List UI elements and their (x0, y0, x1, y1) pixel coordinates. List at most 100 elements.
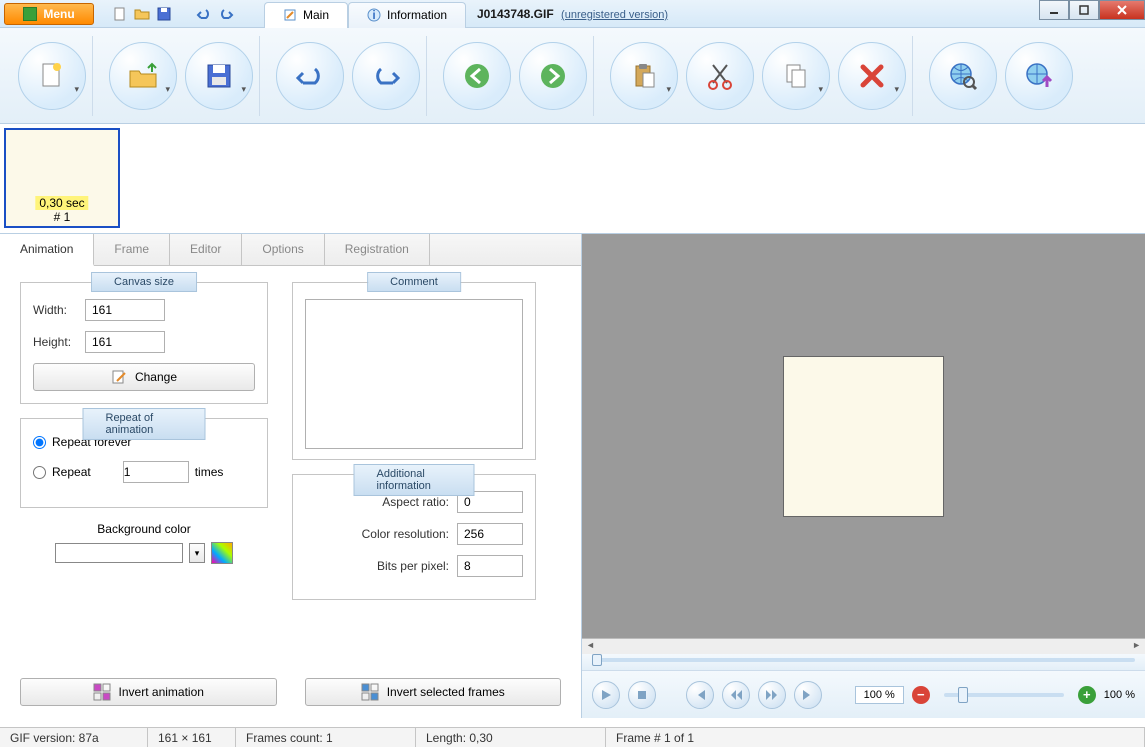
zoom-thumb[interactable] (958, 687, 968, 703)
undo-button[interactable] (276, 42, 344, 110)
prev-frame-button[interactable] (722, 681, 750, 709)
comment-textarea[interactable] (305, 299, 523, 449)
horizontal-scrollbar[interactable] (582, 638, 1145, 654)
tab-main-label: Main (303, 8, 329, 22)
back-button[interactable] (443, 42, 511, 110)
web-upload-button[interactable] (1005, 42, 1073, 110)
invert-anim-icon (93, 683, 111, 701)
frame-thumbnail-1[interactable]: 0,30 sec # 1 (4, 128, 120, 228)
width-input[interactable] (85, 299, 165, 321)
zoom-in-button[interactable]: + (1078, 686, 1096, 704)
comment-group: Comment (292, 282, 536, 460)
invert-sel-icon (361, 683, 379, 701)
repeat-legend: Repeat of animation (83, 408, 206, 440)
change-label: Change (135, 370, 177, 384)
tab-options[interactable]: Options (242, 234, 324, 265)
repeat-count-input[interactable] (123, 461, 189, 483)
invert-buttons: Invert animation Invert selected frames (0, 678, 581, 718)
file-name: J0143748.GIF (477, 7, 554, 21)
playback-controls: 100 % − + 100 % (582, 670, 1145, 718)
main-tab-icon (283, 8, 297, 22)
new-icon[interactable] (112, 6, 128, 22)
canvas-legend: Canvas size (91, 272, 197, 292)
bgcolor-dropdown[interactable]: ▾ (189, 543, 205, 563)
preview-area (582, 234, 1145, 638)
zoom-right-value: 100 % (1104, 689, 1135, 701)
paste-button[interactable]: ▾ (610, 42, 678, 110)
delete-button[interactable]: ▾ (838, 42, 906, 110)
open-icon[interactable] (134, 6, 150, 22)
cut-button[interactable] (686, 42, 754, 110)
undo-icon[interactable] (196, 6, 212, 22)
new-file-button[interactable]: ▾ (18, 42, 86, 110)
tab-editor[interactable]: Editor (170, 234, 242, 265)
frame-duration: 0,30 sec (35, 196, 88, 210)
save-file-button[interactable]: ▾ (185, 42, 253, 110)
color-label: Color resolution: (362, 527, 449, 541)
tab-animation[interactable]: Animation (0, 234, 94, 266)
change-button[interactable]: Change (33, 363, 255, 391)
tab-registration[interactable]: Registration (325, 234, 430, 265)
minimize-button[interactable] (1039, 0, 1069, 20)
status-gif-version: GIF version: 87a (0, 728, 148, 747)
frame-label: 0,30 sec # 1 (35, 196, 88, 224)
main-area: Animation Frame Editor Options Registrat… (0, 234, 1145, 718)
redo-icon[interactable] (218, 6, 234, 22)
redo-button[interactable] (352, 42, 420, 110)
bits-value (457, 555, 523, 577)
first-frame-button[interactable] (686, 681, 714, 709)
svg-text:i: i (372, 8, 375, 22)
right-panel: 100 % − + 100 % (582, 234, 1145, 718)
invert-animation-button[interactable]: Invert animation (20, 678, 277, 706)
frame-index: # 1 (35, 210, 88, 224)
bgcolor-swatch[interactable] (55, 543, 183, 563)
addinfo-legend: Additional information (354, 464, 475, 496)
aspect-label: Aspect ratio: (382, 495, 449, 509)
status-frame: Frame # 1 of 1 (606, 728, 1145, 747)
web-search-button[interactable] (929, 42, 997, 110)
timeline-slider[interactable] (582, 654, 1145, 670)
times-label: times (195, 465, 224, 479)
zoom-slider[interactable] (944, 693, 1064, 697)
tab-information[interactable]: i Information (348, 2, 466, 28)
tab-frame[interactable]: Frame (94, 234, 170, 265)
quick-access-toolbar (112, 6, 234, 22)
invert-selected-button[interactable]: Invert selected frames (305, 678, 562, 706)
bits-label: Bits per pixel: (377, 559, 449, 573)
last-frame-button[interactable] (794, 681, 822, 709)
save-icon[interactable] (156, 6, 172, 22)
tab-info-label: Information (387, 8, 447, 22)
bgcolor-palette-button[interactable] (211, 542, 233, 564)
copy-button[interactable]: ▾ (762, 42, 830, 110)
tab-main[interactable]: Main (264, 2, 348, 28)
status-frames: Frames count: 1 (236, 728, 416, 747)
info-tab-icon: i (367, 8, 381, 22)
repeat-forever-radio[interactable] (33, 436, 46, 449)
repeat-label: Repeat (52, 465, 91, 479)
play-button[interactable] (592, 681, 620, 709)
next-frame-button[interactable] (758, 681, 786, 709)
ribbon-tabs: Main i Information (264, 0, 466, 28)
menu-button[interactable]: Menu (4, 3, 94, 25)
repeat-count-radio[interactable] (33, 466, 46, 479)
canvas-size-group: Canvas size Width: Height: Change (20, 282, 268, 404)
bgcolor-label: Background color (20, 522, 268, 536)
zoom-out-button[interactable]: − (912, 686, 930, 704)
close-button[interactable] (1099, 0, 1145, 20)
stop-button[interactable] (628, 681, 656, 709)
bgcolor-section: Background color ▾ (20, 522, 268, 564)
status-dimensions: 161 × 161 (148, 728, 236, 747)
open-file-button[interactable]: ▾ (109, 42, 177, 110)
timeline-thumb[interactable] (592, 654, 602, 666)
preview-image (783, 356, 944, 517)
invert-sel-label: Invert selected frames (387, 685, 505, 699)
frames-strip: 0,30 sec # 1 (0, 124, 1145, 234)
forward-button[interactable] (519, 42, 587, 110)
comment-legend: Comment (367, 272, 461, 292)
property-tabs: Animation Frame Editor Options Registrat… (0, 234, 581, 266)
maximize-button[interactable] (1069, 0, 1099, 20)
height-input[interactable] (85, 331, 165, 353)
invert-anim-label: Invert animation (119, 685, 204, 699)
app-logo-icon (23, 7, 37, 21)
menu-label: Menu (43, 7, 74, 21)
